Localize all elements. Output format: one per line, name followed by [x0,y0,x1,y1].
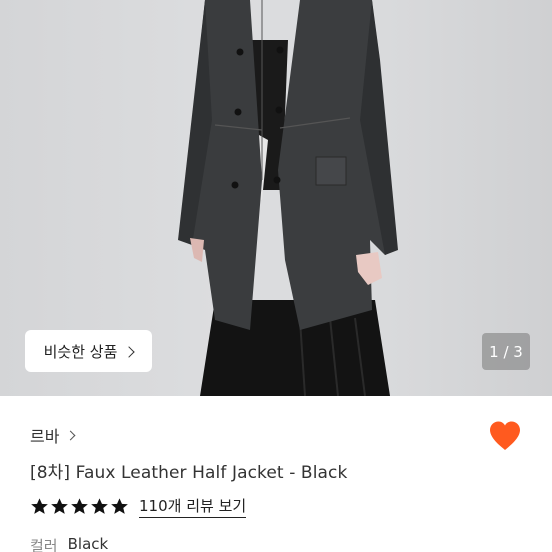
reviews-link[interactable]: 110개 리뷰 보기 [139,495,247,518]
star-icon [51,498,68,514]
product-image[interactable]: 비슷한 상품 1 / 3 [0,0,552,396]
shop-name: 르바 [30,427,60,446]
product-title: [8차] Faux Leather Half Jacket - Black [30,463,348,483]
similar-products-label: 비슷한 상품 [43,342,118,361]
star-icon [71,498,88,514]
shop-link[interactable]: 르바 [30,423,76,447]
color-option-row: 컬러 Black [30,535,108,552]
option-value: Black [67,535,109,552]
star-icon [31,498,48,514]
star-icon [111,498,128,514]
star-icon [91,498,108,514]
image-page-indicator: 1 / 3 [482,333,530,370]
product-info-panel: 르바 [8차] Faux Leather Half Jacket - Black… [0,396,552,552]
rating-row: 110개 리뷰 보기 [30,495,247,518]
chevron-right-icon [123,345,136,358]
option-label: 컬러 [30,537,58,552]
rating-stars [30,497,129,516]
heart-icon[interactable] [488,420,522,452]
chevron-right-icon [66,430,76,441]
similar-products-button[interactable]: 비슷한 상품 [25,330,152,372]
